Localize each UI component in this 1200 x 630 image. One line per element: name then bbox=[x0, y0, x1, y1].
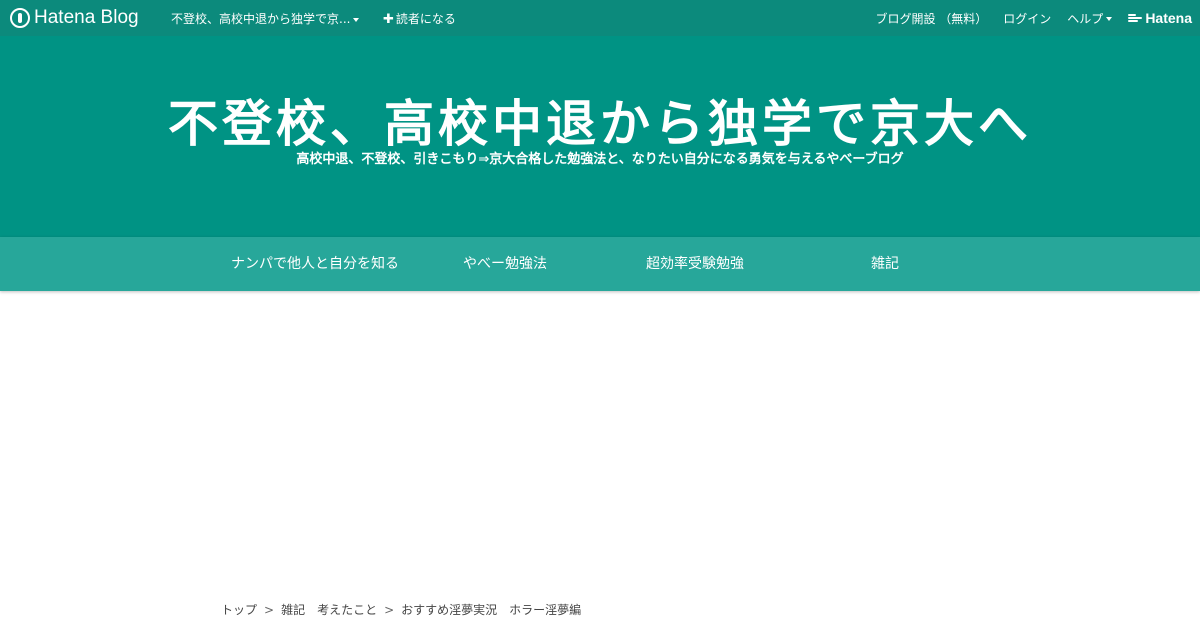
nav-item-exam-study[interactable]: 超効率受験勉強 bbox=[645, 237, 745, 291]
hatena-blog-logo-icon bbox=[10, 8, 30, 28]
blog-title[interactable]: 不登校、高校中退から独学で京大へ bbox=[0, 94, 1200, 154]
subscribe-label: 読者になる bbox=[395, 12, 456, 26]
breadcrumb-separator: > bbox=[384, 603, 395, 617]
global-header: Hatena Blog 不登校、高校中退から独学で京... ✚ 読者になる ブログ… bbox=[0, 0, 1200, 36]
breadcrumb: トップ > 雑記 考えたこと > おすすめ淫夢実況 ホラー淫夢編 bbox=[221, 601, 581, 618]
breadcrumb-item-top[interactable]: トップ bbox=[221, 603, 257, 617]
help-menu[interactable]: ヘルプ bbox=[1067, 10, 1113, 27]
login-link[interactable]: ログイン bbox=[1003, 10, 1051, 27]
help-label: ヘルプ bbox=[1067, 11, 1104, 26]
nav-item-misc[interactable]: 雑記 bbox=[866, 237, 904, 291]
blog-header: 不登校、高校中退から独学で京大へ 高校中退、不登校、引きこもり⇒京大合格した勉強… bbox=[0, 36, 1200, 237]
breadcrumb-item-category[interactable]: 雑記 考えたこと bbox=[281, 603, 377, 617]
caret-down-icon bbox=[353, 17, 360, 22]
caret-down-icon bbox=[1106, 17, 1113, 21]
blog-menu-dropdown[interactable]: 不登校、高校中退から独学で京... bbox=[171, 10, 360, 27]
category-nav: ナンパで他人と自分を知る やべー勉強法 超効率受験勉強 雑記 bbox=[0, 237, 1200, 291]
blog-menu-label: 不登校、高校中退から独学で京... bbox=[171, 12, 351, 26]
header-right-links: ブログ開設 （無料） ログイン ヘルプ Hatena bbox=[875, 0, 1200, 36]
hatena-mark-icon bbox=[1128, 13, 1143, 23]
hatena-logo[interactable]: Hatena bbox=[1128, 10, 1192, 26]
nav-item-study-method[interactable]: やべー勉強法 bbox=[460, 237, 550, 291]
blog-description: 高校中退、不登校、引きこもり⇒京大合格した勉強法と、なりたい自分になる勇気を与え… bbox=[296, 152, 904, 167]
breadcrumb-item-current: おすすめ淫夢実況 ホラー淫夢編 bbox=[401, 603, 582, 617]
plus-icon: ✚ bbox=[383, 12, 394, 27]
subscribe-button[interactable]: ✚ 読者になる bbox=[383, 10, 456, 27]
hatena-blog-logo-text: Hatena Blog bbox=[34, 7, 139, 28]
hatena-logo-text: Hatena bbox=[1145, 10, 1192, 26]
open-blog-link[interactable]: ブログ開設 （無料） bbox=[875, 10, 987, 27]
breadcrumb-separator: > bbox=[264, 603, 275, 617]
hatena-blog-logo[interactable]: Hatena Blog bbox=[10, 6, 139, 30]
nav-item-nanpa[interactable]: ナンパで他人と自分を知る bbox=[230, 237, 400, 291]
